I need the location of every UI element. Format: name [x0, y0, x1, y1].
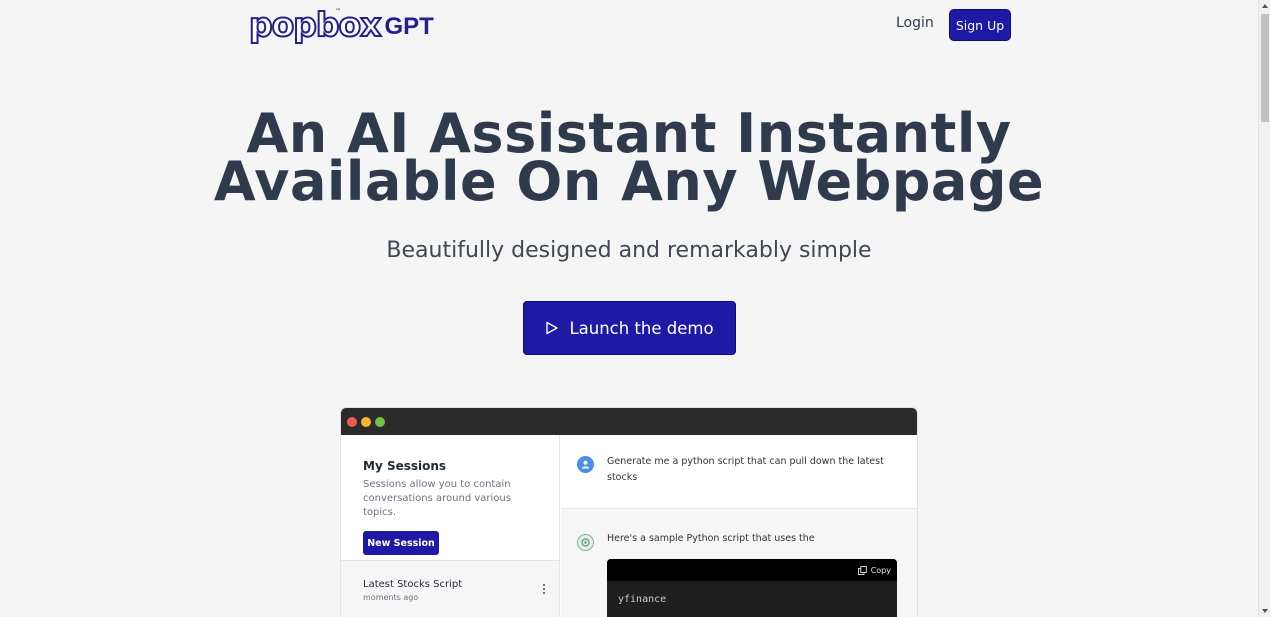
hero-title: An AI Assistant Instantly Available On A… [0, 107, 1258, 213]
play-icon [546, 321, 559, 335]
sessions-title: My Sessions [363, 459, 447, 473]
scroll-down-arrow-icon[interactable] [1262, 609, 1268, 613]
window-titlebar [341, 408, 917, 435]
launch-demo-label: Launch the demo [569, 318, 714, 338]
logo-wordmark: popbox [248, 5, 382, 44]
new-session-button[interactable]: New Session [363, 531, 439, 555]
user-message: Generate me a python script that can pul… [561, 435, 917, 509]
session-name: Latest Stocks Script [363, 579, 463, 590]
site-header: popbox GPT ™ Login Sign Up [0, 0, 1258, 52]
close-dot-icon [347, 416, 357, 427]
sessions-header: My Sessions Sessions allow you to contai… [341, 435, 559, 561]
scrollbar-thumb[interactable] [1261, 14, 1269, 122]
code-block: Copy yfinance [607, 559, 897, 617]
demo-app-window: My Sessions Sessions allow you to contai… [340, 407, 918, 617]
logo-trademark: ™ [335, 8, 341, 15]
sessions-description: Sessions allow you to contain conversati… [363, 479, 511, 518]
session-list-item[interactable]: Latest Stocks Script moments ago [341, 561, 559, 617]
copy-label: Copy [870, 565, 891, 575]
logo-suffix: GPT [384, 13, 434, 40]
copy-icon [857, 565, 867, 575]
sessions-sidebar: My Sessions Sessions allow you to contai… [341, 435, 560, 617]
code-text: yfinance [618, 594, 667, 605]
maximize-dot-icon [375, 416, 385, 427]
assistant-message: Here's a sample Python script that uses … [561, 509, 917, 617]
session-time: moments ago [363, 593, 419, 602]
chat-panel: Generate me a python script that can pul… [561, 435, 917, 617]
user-avatar-icon [577, 456, 594, 473]
login-link[interactable]: Login [896, 15, 934, 31]
popbox-gpt-logo[interactable]: popbox GPT ™ [248, 5, 434, 44]
hero-subtitle: Beautifully designed and remarkably simp… [386, 238, 872, 263]
assistant-avatar-icon [577, 534, 594, 551]
user-message-text: Generate me a python script that can pul… [607, 456, 884, 483]
copy-code-button[interactable]: Copy [607, 559, 897, 581]
launch-demo-button[interactable]: Launch the demo [523, 301, 736, 355]
minimize-dot-icon [361, 416, 371, 427]
page-scrollbar[interactable] [1258, 0, 1270, 617]
more-options-icon[interactable] [541, 584, 547, 598]
sign-up-button[interactable]: Sign Up [949, 9, 1011, 41]
hero-title-line-2: Available On Any Webpage [213, 150, 1045, 213]
assistant-message-text: Here's a sample Python script that uses … [607, 533, 815, 544]
scroll-up-arrow-icon[interactable] [1262, 4, 1268, 8]
